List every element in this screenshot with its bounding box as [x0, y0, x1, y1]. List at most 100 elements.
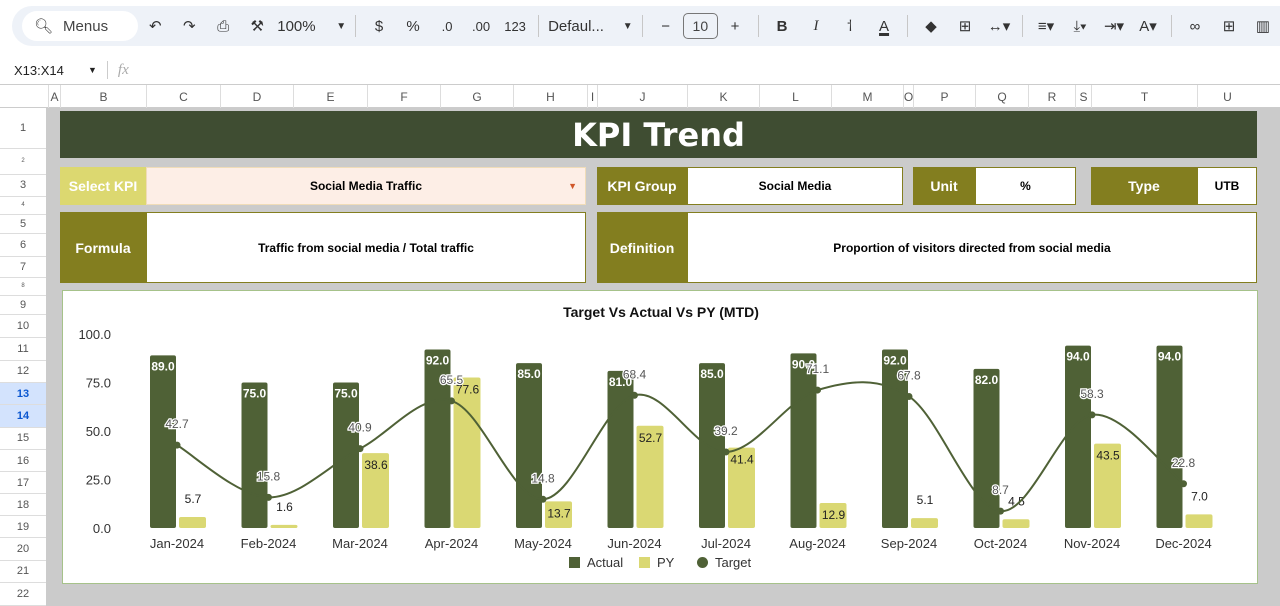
column-header-r[interactable]: R: [1028, 85, 1075, 108]
row-header-16[interactable]: 16: [0, 450, 46, 472]
row-header-4[interactable]: 4: [0, 197, 46, 216]
select-kpi-dropdown[interactable]: Social Media Traffic▼: [146, 167, 586, 205]
column-header-j[interactable]: J: [597, 85, 687, 108]
row-header-22[interactable]: 22: [0, 583, 46, 606]
kpi-trend-chart[interactable]: Target Vs Actual Vs PY (MTD) 0.025.050.0…: [62, 290, 1258, 584]
legend-swatch-py: [639, 557, 650, 568]
column-header-a[interactable]: A: [48, 85, 60, 108]
y-tick-label: 25.0: [86, 473, 111, 488]
borders-icon[interactable]: ⊞: [951, 12, 979, 40]
py-data-label: 52.7: [639, 431, 663, 445]
fill-color-icon[interactable]: ◆: [917, 12, 945, 40]
column-header-m[interactable]: M: [831, 85, 903, 108]
column-header-o[interactable]: O: [903, 85, 913, 108]
print-icon[interactable]: ⎙: [209, 12, 237, 40]
row-header-13[interactable]: 13: [0, 383, 46, 405]
target-data-label: 65.5: [440, 373, 464, 387]
row-header-15[interactable]: 15: [0, 428, 46, 451]
row-header-14[interactable]: 14: [0, 405, 46, 428]
align-left-icon[interactable]: ≡▾: [1032, 12, 1060, 40]
column-header-i[interactable]: I: [587, 85, 597, 108]
decrease-decimal-button[interactable]: .0: [433, 12, 461, 40]
chart-icon[interactable]: ▥: [1249, 12, 1277, 40]
name-box[interactable]: X13:X14: [14, 63, 84, 78]
comment-icon[interactable]: ⊞: [1215, 12, 1243, 40]
y-tick-label: 100.0: [78, 327, 111, 342]
chevron-down-icon: ▼: [623, 21, 633, 32]
row-header-7[interactable]: 7: [0, 257, 46, 278]
increase-decimal-button[interactable]: .00: [467, 12, 495, 40]
vertical-align-icon[interactable]: ⤓▾: [1066, 12, 1094, 40]
row-header-11[interactable]: 11: [0, 338, 46, 361]
dropdown-arrow-icon[interactable]: ▼: [568, 181, 577, 191]
text-rotation-icon[interactable]: A▾: [1134, 12, 1162, 40]
column-header-f[interactable]: F: [367, 85, 440, 108]
x-tick-label: Dec-2024: [1155, 536, 1211, 551]
legend-swatch-actual: [569, 557, 580, 568]
undo-icon[interactable]: ↶: [141, 12, 169, 40]
font-select[interactable]: Defaul...▼: [548, 12, 633, 40]
row-header-8[interactable]: 8: [0, 278, 46, 296]
italic-button[interactable]: I: [802, 12, 830, 40]
kpi-group-value: Social Media: [687, 167, 903, 205]
chart-title: Target Vs Actual Vs PY (MTD): [563, 304, 759, 320]
toolbar: 🔍︎Menus ↶ ↷ ⎙ ⚒ 100%▼ $ % .0 .00 123 Def…: [12, 6, 1280, 46]
strikethrough-icon[interactable]: ⸶: [836, 12, 864, 40]
column-header-c[interactable]: C: [146, 85, 220, 108]
font-size-increase-icon[interactable]: +: [721, 12, 749, 40]
paint-format-icon[interactable]: ⚒: [243, 12, 271, 40]
row-header-17[interactable]: 17: [0, 472, 46, 494]
zoom-select[interactable]: 100%▼: [277, 12, 346, 40]
redo-icon[interactable]: ↷: [175, 12, 203, 40]
target-data-label: 22.8: [1172, 456, 1196, 470]
x-tick-label: Jul-2024: [701, 536, 751, 551]
column-header-b[interactable]: B: [60, 85, 146, 108]
link-icon[interactable]: ∞: [1181, 12, 1209, 40]
font-size-decrease-icon[interactable]: −: [652, 12, 680, 40]
column-header-l[interactable]: L: [759, 85, 831, 108]
row-header-5[interactable]: 5: [0, 215, 46, 234]
target-data-label: 14.8: [531, 471, 555, 485]
merge-cells-icon[interactable]: ↔▾: [985, 12, 1013, 40]
formula-input[interactable]: [139, 60, 1280, 80]
column-header-q[interactable]: Q: [975, 85, 1028, 108]
currency-button[interactable]: $: [365, 12, 393, 40]
column-header-d[interactable]: D: [220, 85, 293, 108]
menus-search[interactable]: 🔍︎Menus: [22, 11, 138, 41]
text-color-button[interactable]: A: [870, 12, 898, 40]
text-wrap-icon[interactable]: ⇥▾: [1100, 12, 1128, 40]
chevron-down-icon[interactable]: ▼: [88, 65, 97, 75]
target-point: [174, 442, 181, 449]
column-header-h[interactable]: H: [513, 85, 587, 108]
target-point: [448, 397, 455, 404]
legend-label: PY: [657, 555, 675, 570]
percent-button[interactable]: %: [399, 12, 427, 40]
row-header-20[interactable]: 20: [0, 538, 46, 561]
row-header-9[interactable]: 9: [0, 296, 46, 316]
row-header-10[interactable]: 10: [0, 315, 46, 338]
column-header-t[interactable]: T: [1091, 85, 1197, 108]
column-header-g[interactable]: G: [440, 85, 513, 108]
x-tick-label: Oct-2024: [974, 536, 1027, 551]
row-header-19[interactable]: 19: [0, 516, 46, 538]
actual-data-label: 75.0: [243, 387, 267, 401]
unit-label: Unit: [913, 167, 975, 205]
row-header-21[interactable]: 21: [0, 561, 46, 584]
bold-button[interactable]: B: [768, 12, 796, 40]
row-header-2[interactable]: 2: [0, 149, 46, 175]
actual-bar: [242, 383, 268, 529]
font-size-input[interactable]: 10: [683, 13, 718, 39]
number-format-button[interactable]: 123: [501, 12, 529, 40]
column-header-s[interactable]: S: [1075, 85, 1091, 108]
column-header-u[interactable]: U: [1197, 85, 1257, 108]
row-header-1[interactable]: 1: [0, 108, 46, 149]
row-header-3[interactable]: 3: [0, 175, 46, 197]
x-tick-label: Nov-2024: [1064, 536, 1120, 551]
column-header-p[interactable]: P: [913, 85, 975, 108]
column-header-e[interactable]: E: [293, 85, 367, 108]
row-header-6[interactable]: 6: [0, 234, 46, 257]
row-header-12[interactable]: 12: [0, 361, 46, 384]
column-header-k[interactable]: K: [687, 85, 759, 108]
py-data-label: 38.6: [364, 458, 388, 472]
row-header-18[interactable]: 18: [0, 494, 46, 516]
